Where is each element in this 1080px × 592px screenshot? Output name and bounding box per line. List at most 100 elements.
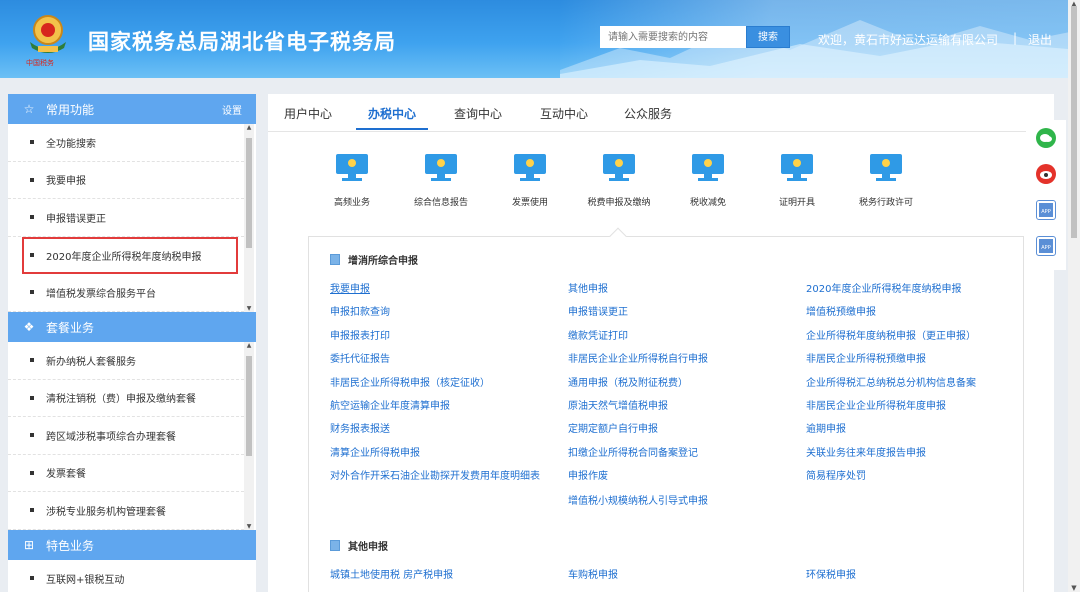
weibo-icon[interactable] [1036,164,1056,184]
link-item[interactable]: 非居民企业所得税预缴申报 [806,352,1006,367]
bullet-icon [30,576,34,581]
category-label: 税收减免 [689,198,726,208]
monitor-icon [603,154,635,182]
link-item[interactable]: 通用申报（税及附征税费） [568,376,794,391]
link-item[interactable]: 2020年度企业所得税年度纳税申报 [806,282,1006,297]
link-item[interactable]: 关联业务往来年度报告申报 [806,446,1006,461]
link-item[interactable]: 逾期申报 [806,422,1006,437]
sidebar-scrollbar[interactable]: ▲ ▼ [244,124,254,312]
category-admin-license[interactable]: 税务行政许可 [846,154,926,208]
category-info-report[interactable]: 综合信息报告 [401,154,481,208]
link-item[interactable]: 对外合作开采石油企业勘探开发费用年度明细表 [330,469,556,484]
link-item[interactable]: 定期定额户自行申报 [568,422,794,437]
link-item[interactable]: 财务报表报送 [330,422,556,437]
scroll-up-icon[interactable]: ▲ [244,124,254,131]
search-input[interactable] [600,26,746,48]
tab-query-center[interactable]: 查询中心 [454,105,502,122]
sidebar-item-label: 我要申报 [46,176,86,188]
sidebar-item[interactable]: 我要申报 [8,162,244,199]
category-invoice[interactable]: 发票使用 [490,154,570,208]
sidebar-item-label: 互联网+银税互动 [46,574,125,586]
link-item[interactable]: 增值税预缴申报 [806,305,1006,320]
link-item[interactable]: 非居民企业所得税申报（核定征收） [330,376,556,391]
floating-toolbar: APP APP [1026,120,1066,270]
sidebar-item[interactable]: 清税注销税（费）申报及缴纳套餐 [8,380,244,417]
sidebar: ☆ 常用功能 设置 全功能搜索 我要申报 申报错误更正 2020年度企业所得税年… [8,94,256,592]
link-item[interactable]: 车购税申报 [568,568,794,583]
sidebar-item[interactable]: 新办纳税人套餐服务 [8,342,244,380]
wechat-icon[interactable] [1036,128,1056,148]
sidebar-item[interactable]: 增值税发票综合服务平台 [8,274,244,312]
sidebar-section-feature[interactable]: ⊞ 特色业务 [8,530,256,560]
category-tax-relief[interactable]: 税收减免 [668,154,748,208]
sidebar-scrollbar[interactable]: ▲ ▼ [244,342,254,530]
scroll-thumb[interactable] [1071,6,1077,238]
link-item[interactable]: 申报错误更正 [568,305,794,320]
tab-tax-center[interactable]: 办税中心 [368,105,416,122]
category-high-frequency[interactable]: 高频业务 [312,154,392,208]
category-tax-declaration[interactable]: 税费申报及缴纳 [579,154,659,208]
link-item[interactable]: 缴款凭证打印 [568,329,794,344]
link-item[interactable]: 增值税小规模纳税人引导式申报 [568,494,794,509]
main-panel: 用户中心 办税中心 查询中心 互动中心 公众服务 高频业务 综合信息报告 发票使… [268,94,1054,592]
sidebar-item-highlighted[interactable]: 2020年度企业所得税年度纳税申报 [22,236,238,274]
category-label: 高频业务 [333,198,370,208]
category-certificate[interactable]: 证明开具 [757,154,837,208]
scroll-thumb[interactable] [246,138,252,248]
link-item[interactable]: 扣缴企业所得税合同备案登记 [568,446,794,461]
page-scrollbar[interactable]: ▲ ▼ [1068,0,1080,592]
scroll-up-icon[interactable]: ▲ [244,342,254,349]
welcome-text: 欢迎，黄石市好运达运输有限公司 [818,33,999,47]
scroll-down-icon[interactable]: ▼ [244,523,254,530]
link-item[interactable]: 企业所得税汇总纳税总分机构信息备案 [806,376,1006,391]
sidebar-item[interactable]: 互联网+银税互动 [8,560,244,592]
link-item[interactable]: 非居民企业企业所得税年度申报 [806,399,1006,414]
sidebar-item[interactable]: 全功能搜索 [8,124,244,162]
link-item[interactable]: 申报扣款查询 [330,305,556,320]
link-item[interactable]: 城镇土地使用税 房产税申报 [330,568,556,583]
link-item[interactable]: 其他申报 [568,282,794,297]
settings-link[interactable]: 设置 [222,102,242,117]
sidebar-item[interactable]: 涉税专业服务机构管理套餐 [8,492,244,530]
tab-interaction-center[interactable]: 互动中心 [540,105,588,122]
sidebar-item[interactable]: 跨区域涉税事项综合办理套餐 [8,417,244,455]
sidebar-section-package[interactable]: ❖ 套餐业务 [8,312,256,342]
scroll-down-icon[interactable]: ▼ [244,305,254,312]
link-item[interactable]: 简易程序处罚 [806,469,1006,484]
sidebar-item[interactable]: 发票套餐 [8,455,244,492]
logout-link[interactable]: 退出 [1028,31,1052,48]
link-item[interactable]: 航空运输企业年度清算申报 [330,399,556,414]
section-title: 特色业务 [46,538,95,553]
sidebar-item-label: 涉税专业服务机构管理套餐 [46,506,166,518]
link-item[interactable]: 申报报表打印 [330,329,556,344]
sidebar-section-common[interactable]: ☆ 常用功能 设置 [8,94,256,124]
sidebar-item-label: 发票套餐 [46,469,86,481]
link-item[interactable]: 环保税申报 [806,568,1006,583]
link-item[interactable]: 我要申报 [330,282,556,297]
link-item[interactable]: 企业所得税年度纳税申报（更正申报） [806,329,1006,344]
category-label: 综合信息报告 [413,198,468,208]
scroll-down-icon[interactable]: ▼ [1068,584,1080,592]
tab-user-center[interactable]: 用户中心 [284,105,332,122]
site-header: 中国税务 国家税务总局湖北省电子税务局 搜索 欢迎，黄石市好运达运输有限公司 |… [0,0,1080,78]
monitor-icon [336,154,368,182]
emblem-caption: 中国税务 [26,59,54,67]
app-icon[interactable]: APP [1036,200,1056,220]
search-button[interactable]: 搜索 [746,26,790,48]
app-icon[interactable]: APP [1036,236,1056,256]
link-item[interactable]: 原油天然气增值税申报 [568,399,794,414]
bullet-icon [30,470,34,475]
sidebar-item[interactable]: 申报错误更正 [8,199,244,237]
tab-public-service[interactable]: 公众服务 [624,105,672,122]
sidebar-item-label: 新办纳税人套餐服务 [46,356,136,368]
link-item[interactable]: 申报作废 [568,469,794,484]
scroll-thumb[interactable] [246,356,252,456]
group-title-label: 增消所综合申报 [348,256,418,267]
link-item[interactable]: 清算企业所得税申报 [330,446,556,461]
bullet-icon [30,433,34,438]
link-item[interactable]: 委托代征报告 [330,352,556,367]
link-item[interactable]: 非居民企业企业所得税自行申报 [568,352,794,367]
sidebar-item-label: 申报错误更正 [46,213,106,225]
group-title-label: 其他申报 [348,542,388,553]
bullet-icon [30,140,34,145]
